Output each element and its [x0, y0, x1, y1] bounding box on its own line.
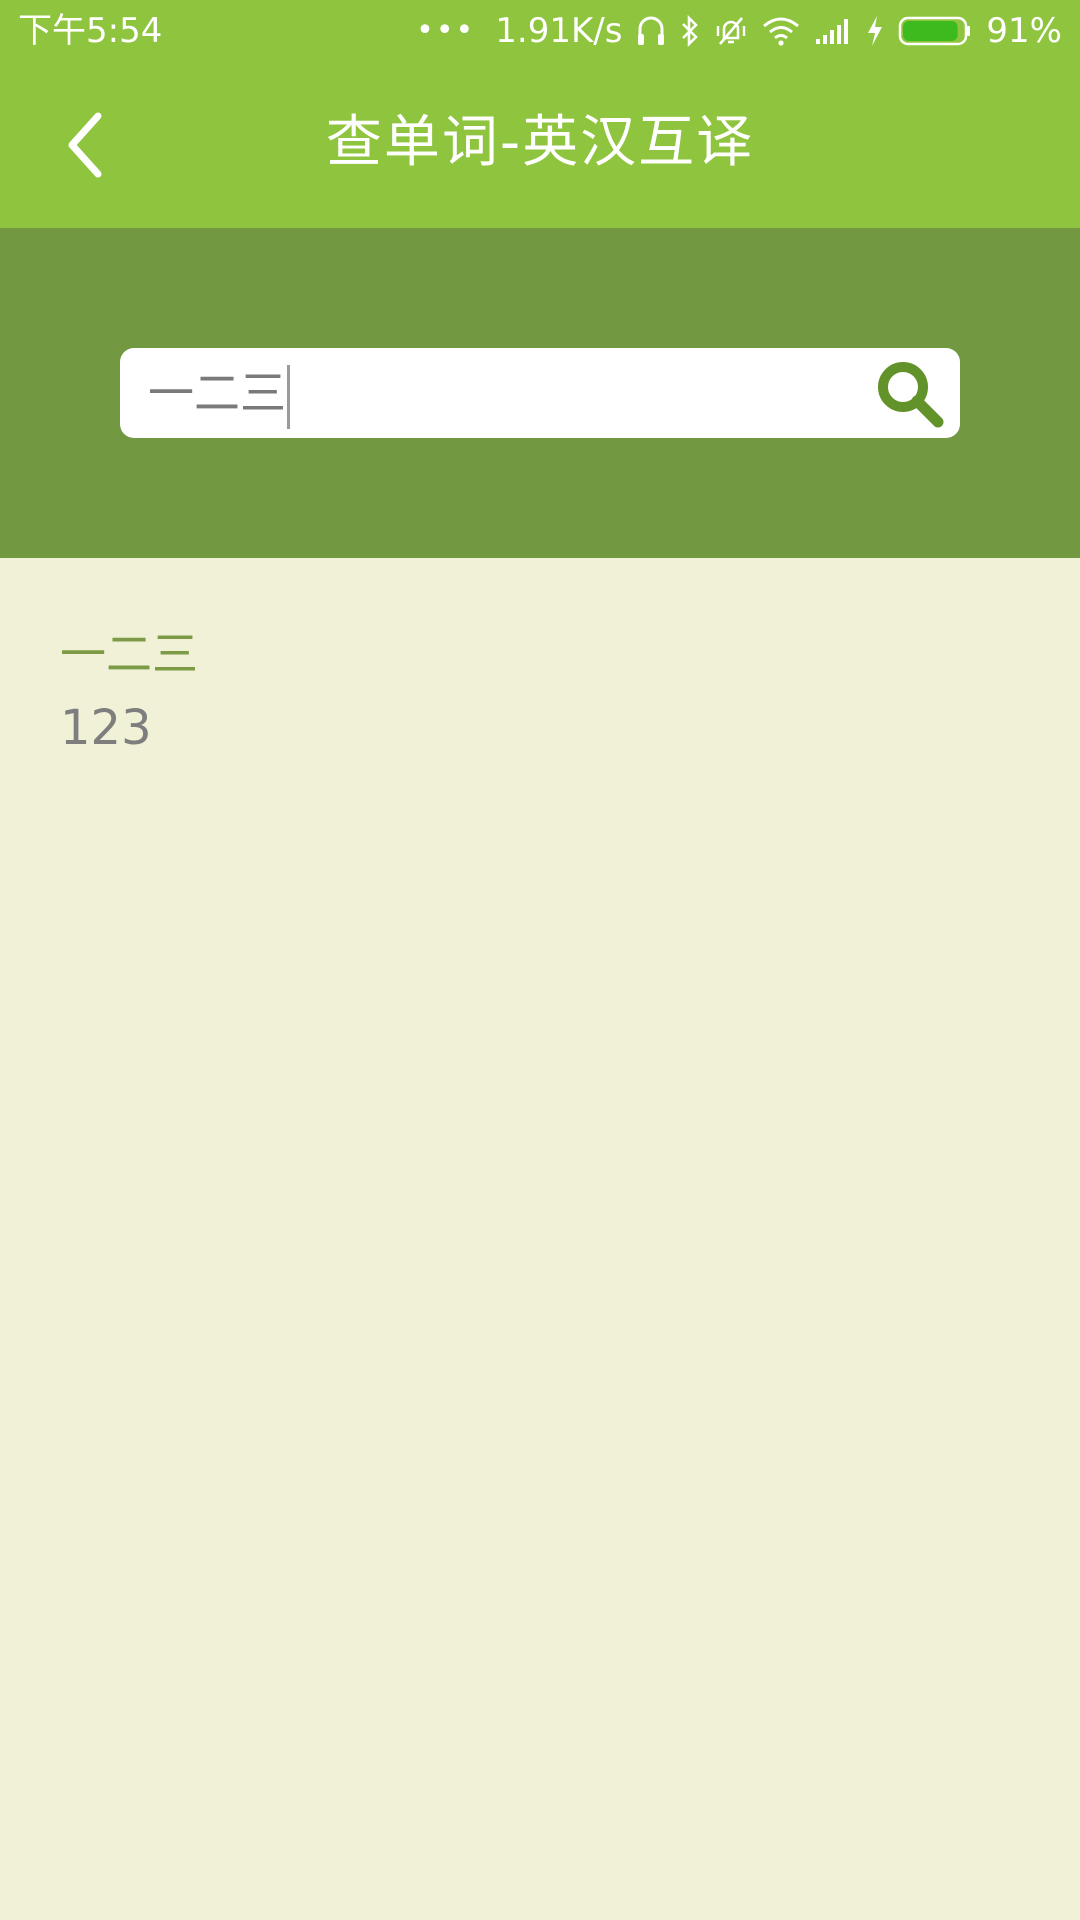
bluetooth-icon [680, 14, 700, 48]
status-time: 下午5:54 [18, 11, 163, 51]
search-input[interactable]: 一二三 [148, 358, 290, 429]
search-button[interactable] [872, 356, 948, 432]
battery-icon [898, 15, 972, 47]
signal-icon [814, 17, 852, 45]
network-speed: 1.91K/s [495, 11, 623, 51]
more-notifications-icon: ••• [416, 13, 476, 48]
result-area: 一二三 123 [0, 558, 1080, 1920]
app-bar: 查单词-英汉互译 [0, 62, 1080, 228]
dictionary-screen: 下午5:54 ••• 1.91K/s 91% 查单词-英汉互译 一二三 一二三 … [0, 0, 1080, 1920]
page-title: 查单词-英汉互译 [325, 110, 755, 175]
search-icon [878, 362, 944, 428]
result-word: 一二三 [60, 627, 198, 681]
search-panel: 一二三 [0, 228, 1080, 558]
wifi-icon [762, 16, 800, 46]
headset-icon [636, 14, 666, 48]
status-icons: ••• 1.91K/s 91% [416, 8, 1062, 54]
status-bar: 下午5:54 ••• 1.91K/s 91% [0, 0, 1080, 62]
vibrate-mute-icon [714, 14, 748, 48]
search-input-value: 一二三 [148, 366, 286, 420]
result-item[interactable]: 一二三 123 [60, 618, 1020, 764]
charging-icon [866, 15, 884, 47]
result-translation: 123 [60, 700, 152, 756]
text-caret [287, 364, 290, 429]
battery-percent: 91% [986, 11, 1062, 51]
search-box[interactable]: 一二三 [120, 348, 960, 438]
